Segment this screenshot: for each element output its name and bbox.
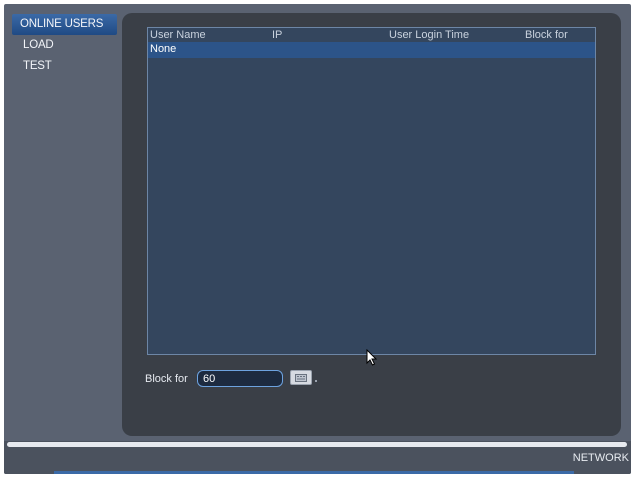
block-button[interactable] <box>290 370 312 385</box>
section-title: NETWORK <box>572 452 629 464</box>
bottom-accent-line <box>54 471 574 474</box>
table-row[interactable]: None <box>148 42 595 58</box>
sidebar-item-label: TEST <box>23 60 52 72</box>
block-icon <box>295 373 307 382</box>
table-header: User Name IP User Login Time Block for <box>148 28 595 42</box>
sidebar-item-test[interactable]: TEST <box>12 56 122 77</box>
online-users-table: User Name IP User Login Time Block for N… <box>147 27 596 355</box>
mouse-pointer-icon <box>366 349 378 366</box>
sidebar-item-online-users[interactable]: ONLINE USERS <box>12 14 117 35</box>
user-name-cell: None <box>150 43 177 55</box>
sidebar-item-label: ONLINE USERS <box>20 18 104 30</box>
column-block-for[interactable]: Block for <box>525 28 568 42</box>
column-user-name[interactable]: User Name <box>150 28 206 42</box>
column-login-time[interactable]: User Login Time <box>389 28 469 42</box>
sidebar: ONLINE USERS LOAD TEST <box>12 14 122 77</box>
app-window: ONLINE USERS LOAD TEST User Name IP User… <box>4 4 631 474</box>
separator-dot <box>315 380 317 382</box>
block-duration-input[interactable] <box>197 370 283 387</box>
status-bar: NETWORK <box>4 441 631 474</box>
column-ip[interactable]: IP <box>272 28 282 42</box>
block-for-label: Block for <box>145 373 188 385</box>
sidebar-item-load[interactable]: LOAD <box>12 35 122 56</box>
sidebar-item-label: LOAD <box>23 39 54 51</box>
content-panel: User Name IP User Login Time Block for N… <box>122 13 621 436</box>
horizontal-scrollbar[interactable] <box>7 442 627 447</box>
